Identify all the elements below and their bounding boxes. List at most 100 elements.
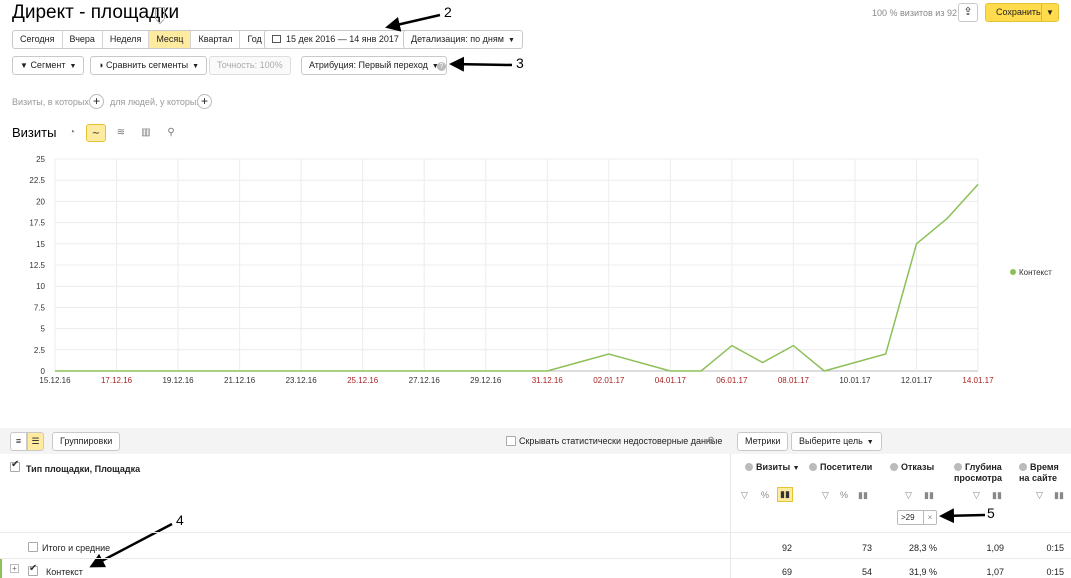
x-tick-label: 06.01.17 (716, 376, 748, 385)
bounces-filter-chip[interactable]: >29 × (897, 510, 937, 525)
chevron-down-icon[interactable]: ▼ (1041, 4, 1058, 21)
info-icon (809, 463, 817, 471)
col-visits[interactable]: Визиты ▼ (745, 462, 800, 472)
x-tick-label: 17.12.16 (101, 376, 133, 385)
save-label: Сохранить (996, 7, 1041, 17)
context-bounces: 31,9 % (908, 567, 937, 577)
bar-icon[interactable]: ▮▮ (924, 490, 934, 501)
accuracy-button[interactable]: Точность: 100% (209, 56, 291, 75)
tree-view-button[interactable]: ☰ (27, 432, 44, 451)
annotation-2: 2 (444, 4, 452, 20)
filter-icon[interactable]: ▽ (741, 490, 748, 501)
hide-unreliable-checkbox[interactable] (506, 436, 516, 446)
bar-icon[interactable]: ▮▮ (777, 487, 793, 502)
x-tick-label: 10.01.17 (839, 376, 871, 385)
sort-desc-icon: ▼ (792, 465, 800, 472)
date-range-button[interactable]: 15 дек 2016 — 14 янв 2017 (264, 30, 407, 49)
totals-checkbox[interactable] (28, 542, 38, 552)
filter-icon[interactable]: ▽ (905, 490, 912, 501)
period-quarter[interactable]: Квартал (191, 31, 241, 48)
filter-icon[interactable]: ▽ (822, 490, 829, 501)
y-tick-label: 0 (41, 367, 46, 376)
filter-icon[interactable]: ▽ (1036, 490, 1043, 501)
bar-chart-icon[interactable]: ▥ (136, 124, 156, 142)
add-visit-filter-button[interactable]: + (89, 94, 104, 109)
row-divider (0, 558, 1071, 559)
info-icon (1019, 463, 1027, 471)
list-icon: ≡ (15, 436, 22, 446)
annotation-4: 4 (176, 512, 184, 528)
bar-icon[interactable]: ▮▮ (992, 490, 1002, 501)
percent-icon[interactable]: % (840, 490, 848, 500)
tree-icon: ☰ (31, 436, 40, 446)
col-time[interactable]: Время на сайте (1019, 462, 1064, 484)
export-button[interactable]: ⇪ (958, 3, 978, 22)
bar-icon[interactable]: ▮▮ (1054, 490, 1064, 501)
col-depth[interactable]: Глубина просмотра (954, 462, 1009, 484)
context-visits: 69 (781, 567, 792, 577)
context-row-label[interactable]: Контекст (46, 567, 83, 577)
y-tick-label: 12.5 (29, 261, 45, 270)
pie-chart-icon[interactable]: ◔ (62, 124, 82, 142)
percent-icon[interactable]: % (761, 490, 769, 500)
detail-label: Детализация: по дням (411, 34, 504, 44)
period-week[interactable]: Неделя (103, 31, 150, 48)
totals-bounces: 28,3 % (908, 543, 937, 553)
calendar-icon (272, 35, 281, 43)
filter-icon[interactable]: ▽ (973, 490, 980, 501)
x-tick-label: 25.12.16 (347, 376, 379, 385)
period-today[interactable]: Сегодня (13, 31, 63, 48)
dimension-checkbox[interactable] (10, 459, 20, 472)
line-chart-icon[interactable]: ∼ (86, 124, 106, 142)
annotation-3: 3 (516, 55, 524, 71)
date-range-label: 15 дек 2016 — 14 янв 2017 (286, 34, 399, 44)
list-view-button[interactable]: ≡ (10, 432, 27, 451)
legend-label: Контекст (1019, 268, 1052, 277)
row-divider (0, 532, 1071, 533)
people-filter-label: для людей, у которых (110, 97, 201, 107)
close-icon[interactable]: × (923, 511, 936, 524)
series-line-context (55, 183, 979, 372)
col-visitors[interactable]: Посетители (809, 462, 872, 472)
plus-icon: + (200, 94, 208, 108)
info-icon (745, 463, 753, 471)
x-tick-label: 29.12.16 (470, 376, 502, 385)
gear-icon[interactable]: ⚙ (707, 435, 715, 446)
context-row-checkbox[interactable] (28, 563, 38, 576)
context-time: 0:15 (1046, 567, 1064, 577)
chevron-down-icon: ▼ (866, 439, 874, 446)
stacked-area-icon[interactable]: ≋ (111, 124, 131, 142)
y-tick-label: 25 (36, 155, 45, 164)
help-icon[interactable]: ? (437, 62, 446, 71)
annotation-arrow-5 (939, 508, 986, 524)
col-bounces[interactable]: Отказы (890, 462, 934, 472)
period-yesterday[interactable]: Вчера (63, 31, 103, 48)
expand-icon[interactable]: + (10, 564, 19, 573)
row-color-marker (0, 559, 2, 578)
info-icon (890, 463, 898, 471)
filter-chip-value: >29 (901, 513, 915, 522)
annotation-5: 5 (987, 505, 995, 521)
segment-button[interactable]: ▼ Сегмент ▼ (12, 56, 85, 75)
chevron-down-icon: ▼ (192, 63, 200, 70)
compare-segments-button[interactable]: ◑ Сравнить сегменты ▼ (90, 56, 208, 75)
x-tick-label: 12.01.17 (901, 376, 933, 385)
groupings-button[interactable]: Группировки (52, 432, 121, 451)
x-tick-label: 27.12.16 (409, 376, 441, 385)
dimension-header: Тип площадки, Площадка (26, 464, 141, 474)
bookmark-icon[interactable] (155, 7, 165, 19)
bar-icon[interactable]: ▮▮ (858, 490, 868, 501)
detail-select[interactable]: Детализация: по дням ▼ (403, 30, 523, 49)
map-icon[interactable]: ⚲ (161, 124, 181, 142)
totals-depth: 1,09 (986, 543, 1004, 553)
goal-select[interactable]: Выберите цель ▼ (791, 432, 882, 451)
attribution-select[interactable]: Атрибуция: Первый переход ▼ (301, 56, 447, 75)
add-people-filter-button[interactable]: + (197, 94, 212, 109)
column-divider (730, 454, 731, 578)
x-tick-label: 31.12.16 (532, 376, 564, 385)
metrics-button[interactable]: Метрики (737, 432, 789, 451)
x-tick-label: 14.01.17 (962, 376, 994, 385)
period-month[interactable]: Месяц (149, 31, 192, 48)
save-button[interactable]: Сохранить ▼ (985, 3, 1059, 22)
share-icon: ⇪ (963, 6, 973, 18)
